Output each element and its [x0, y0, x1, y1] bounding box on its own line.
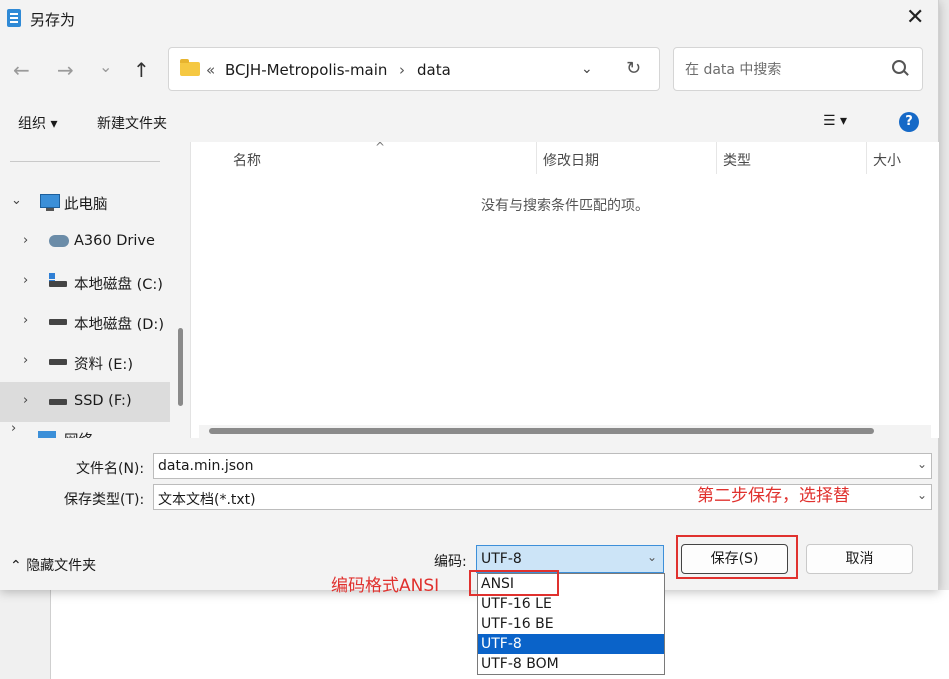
- column-divider[interactable]: [866, 142, 867, 174]
- organize-button[interactable]: 组织 ▾: [18, 113, 57, 133]
- filename-value[interactable]: data.min.json: [158, 458, 253, 474]
- refresh-icon[interactable]: ↻: [626, 58, 641, 79]
- column-header-modified[interactable]: 修改日期: [543, 150, 599, 170]
- filetype-label: 保存类型(T):: [64, 492, 145, 508]
- encoding-value[interactable]: UTF-8: [481, 551, 522, 567]
- close-icon[interactable]: ✕: [906, 6, 924, 30]
- empty-message: 没有与搜索条件匹配的项。: [481, 198, 649, 214]
- back-icon[interactable]: ←: [13, 59, 30, 81]
- title-bar: 另存为 ✕: [0, 0, 938, 38]
- sidebar-item-label: 此电脑: [64, 197, 108, 213]
- cancel-button[interactable]: 取消: [806, 544, 913, 574]
- filename-field[interactable]: data.min.json ⌄: [153, 453, 932, 479]
- network-icon: [38, 431, 56, 438]
- encoding-select[interactable]: UTF-8 ⌄: [476, 545, 664, 573]
- column-header-name[interactable]: 名称: [233, 150, 261, 170]
- chevron-right-icon[interactable]: ›: [11, 425, 16, 436]
- cloud-drive-icon: [49, 235, 69, 247]
- chevron-down-icon[interactable]: ⌄: [581, 61, 593, 77]
- sidebar-item-label: A360 Drive: [74, 233, 155, 249]
- horizontal-scrollbar-thumb[interactable]: [209, 428, 874, 434]
- sidebar-item-this-pc[interactable]: ⌄ 此电脑: [0, 182, 170, 222]
- computer-icon: [40, 194, 60, 211]
- sidebar-item-network[interactable]: › 网络: [0, 425, 170, 438]
- annotation-encoding: 编码格式ANSI: [331, 576, 440, 596]
- encoding-option-utf8bom[interactable]: UTF-8 BOM: [478, 654, 664, 674]
- overflow-chevron[interactable]: «: [206, 61, 215, 79]
- save-highlight-box: [676, 535, 798, 579]
- chevron-down-icon[interactable]: ⌄: [917, 457, 927, 471]
- up-folder-icon[interactable]: ↑: [133, 59, 150, 81]
- sidebar-item-drive-c[interactable]: › 本地磁盘 (C:): [0, 262, 170, 302]
- window-title: 另存为: [30, 11, 76, 29]
- background-left: [0, 590, 50, 679]
- sidebar-item-label: 本地磁盘 (D:): [74, 317, 164, 333]
- sidebar-item-label: 网络: [64, 429, 93, 438]
- sidebar-item-a360-drive[interactable]: › A360 Drive: [0, 222, 170, 262]
- sidebar-item-label: SSD (F:): [74, 393, 132, 409]
- hide-folders-label: 隐藏文件夹: [26, 558, 97, 574]
- forward-icon[interactable]: →: [57, 59, 74, 81]
- notepad-icon: [7, 9, 21, 27]
- breadcrumb-separator: ›: [399, 61, 405, 79]
- chevron-right-icon[interactable]: ›: [23, 233, 28, 248]
- search-input[interactable]: [683, 58, 887, 82]
- horizontal-scrollbar[interactable]: [199, 425, 931, 438]
- file-list: ^ 名称 修改日期 类型 大小 没有与搜索条件匹配的项。: [190, 140, 939, 438]
- drive-icon: [49, 399, 67, 405]
- sidebar-item-drive-d[interactable]: › 本地磁盘 (D:): [0, 302, 170, 342]
- filetype-value[interactable]: 文本文档(*.txt): [158, 489, 256, 509]
- drive-icon: [49, 319, 67, 325]
- recent-locations-icon[interactable]: ⌄: [99, 56, 112, 78]
- help-icon[interactable]: ?: [899, 112, 919, 132]
- sidebar-item-drive-e[interactable]: › 资料 (E:): [0, 342, 170, 382]
- search-icon[interactable]: [892, 60, 906, 74]
- chevron-down-icon[interactable]: ⌄: [11, 193, 22, 208]
- column-divider[interactable]: [536, 142, 537, 174]
- windows-logo-icon: [49, 273, 55, 279]
- folder-icon: [180, 59, 200, 76]
- filename-label: 文件名(N):: [76, 461, 145, 477]
- hide-folders-button[interactable]: ⌃ 隐藏文件夹: [10, 555, 96, 575]
- sort-arrow-icon: ^: [375, 140, 386, 154]
- encoding-option-utf16be[interactable]: UTF-16 BE: [478, 614, 664, 634]
- encoding-option-utf8[interactable]: UTF-8: [478, 634, 664, 654]
- column-header-type[interactable]: 类型: [723, 150, 751, 170]
- sidebar-item-label: 本地磁盘 (C:): [74, 277, 163, 293]
- address-bar[interactable]: « BCJH-Metropolis-main › data ⌄ ↻: [168, 47, 660, 91]
- encoding-label: 编码:: [434, 554, 467, 570]
- column-header-size[interactable]: 大小: [873, 150, 901, 170]
- chevron-right-icon[interactable]: ›: [23, 393, 28, 408]
- search-field[interactable]: [673, 47, 923, 91]
- breadcrumb-parent[interactable]: BCJH-Metropolis-main: [225, 61, 387, 79]
- chevron-up-icon: ⌃: [10, 558, 22, 574]
- column-divider[interactable]: [716, 142, 717, 174]
- new-folder-button[interactable]: 新建文件夹: [97, 113, 167, 133]
- chevron-right-icon[interactable]: ›: [23, 313, 28, 328]
- nav-divider: [10, 161, 160, 162]
- navigation-pane: ⌄ 此电脑 › A360 Drive › 本地磁盘 (C:) › 本地磁盘 (D…: [0, 142, 190, 438]
- annotation-step2: 第二步保存，选择替: [697, 486, 850, 506]
- nav-scrollbar-thumb[interactable]: [178, 328, 183, 406]
- view-options-button[interactable]: ☰ ▾: [823, 113, 847, 129]
- drive-icon: [49, 359, 67, 365]
- sidebar-item-label: 资料 (E:): [74, 357, 133, 373]
- ansi-highlight-box: [469, 570, 559, 596]
- breadcrumb-current[interactable]: data: [417, 61, 451, 79]
- drive-icon: [49, 281, 67, 287]
- chevron-right-icon[interactable]: ›: [23, 353, 28, 368]
- chevron-down-icon[interactable]: ⌄: [647, 550, 657, 564]
- chevron-right-icon[interactable]: ›: [23, 273, 28, 288]
- encoding-option-utf16le[interactable]: UTF-16 LE: [478, 594, 664, 614]
- sidebar-item-drive-f[interactable]: › SSD (F:): [0, 382, 170, 422]
- command-bar: 组织 ▾ 新建文件夹 ☰ ▾ ?: [0, 102, 938, 142]
- chevron-down-icon[interactable]: ⌄: [917, 488, 927, 502]
